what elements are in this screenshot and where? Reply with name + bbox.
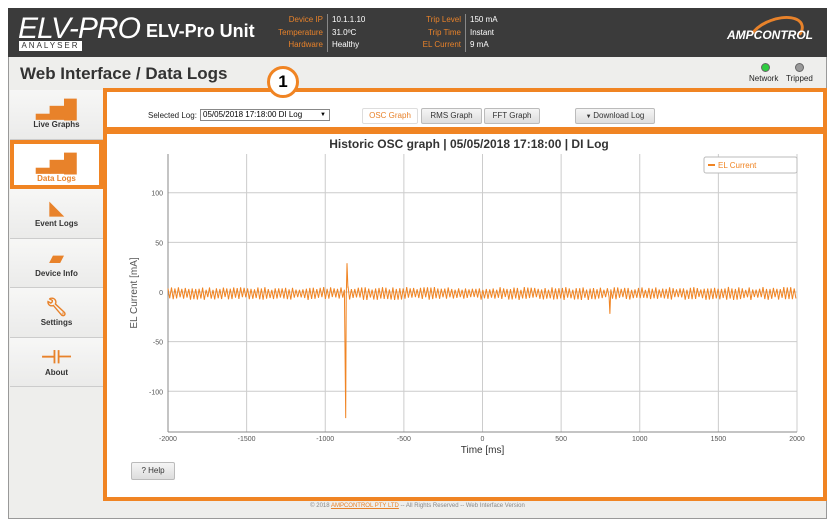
sidebar-item-label: Live Graphs	[33, 120, 80, 129]
x-tick-label: 2000	[789, 436, 805, 443]
x-tick-label: -1500	[238, 436, 256, 443]
help-button[interactable]: ? Help	[131, 462, 175, 480]
area-chart-icon: ◣	[49, 198, 64, 218]
status-left: Device IP 10.1.1.10 Temperature 31.0ºC Har…	[270, 14, 365, 52]
selected-log-select[interactable]: 05/05/2018 17:18:00 DI Log ▼	[200, 109, 330, 121]
x-tick-label: 500	[555, 436, 567, 443]
inbox-icon: ▰	[49, 247, 64, 268]
header: ELV-PRO ANALYSER ELV-Pro Unit Device IP 1…	[8, 8, 827, 59]
sidebar-item-label: Data Logs	[37, 173, 76, 183]
sidebar-item-label: About	[44, 367, 69, 377]
bar-chart-icon: ▂▅█	[36, 99, 77, 119]
osc-graph-button[interactable]: OSC Graph	[362, 108, 418, 124]
status-key: EL Current	[408, 39, 466, 52]
status-value: 10.1.1.10	[332, 15, 366, 24]
signpost-icon: ⊣⊢	[40, 346, 73, 367]
status-value: 9 mA	[470, 40, 489, 49]
x-tick-label: -1000	[316, 436, 334, 443]
wrench-icon: 🔧︎	[45, 297, 68, 317]
selected-log-value: 05/05/2018 17:18:00 DI Log	[203, 110, 303, 119]
status-key: Trip Level	[408, 14, 466, 27]
y-tick-label: -50	[153, 340, 163, 347]
sidebar-item-label: Event Logs	[34, 219, 79, 228]
x-tick-label: 1500	[711, 436, 727, 443]
selected-log-label: Selected Log:	[148, 111, 197, 120]
x-tick-label: -500	[397, 436, 411, 443]
status-key: Hardware	[270, 39, 328, 52]
y-tick-label: 0	[159, 290, 163, 297]
status-key: Temperature	[270, 26, 328, 39]
sidebar-item-live-graphs[interactable]: ▂▅█ Live Graphs	[10, 90, 103, 140]
x-tick-label: 0	[481, 436, 485, 443]
download-log-button[interactable]: ▼ Download Log	[575, 108, 655, 124]
dropdown-arrow-icon: ▼	[320, 112, 326, 118]
osc-chart: Historic OSC graph | 05/05/2018 17:18:00…	[129, 137, 805, 456]
rms-graph-button[interactable]: RMS Graph	[421, 108, 482, 124]
footer-suffix: -- All Rights Reserved -- Web Interface …	[400, 503, 525, 509]
sidebar-item-label: Device Info	[35, 268, 78, 278]
status-value: 150 mA	[470, 15, 498, 24]
sidebar-item-data-logs[interactable]: ▂▅█ Data Logs	[10, 139, 103, 189]
status-right: Trip Level 150 mA Trip Time Instant EL Cur…	[408, 14, 498, 52]
y-tick-label: 100	[151, 191, 163, 198]
network-indicator-icon	[761, 63, 770, 72]
callout-badge: 1	[267, 66, 299, 98]
status-value: 31.0ºC	[332, 27, 357, 37]
fft-graph-button[interactable]: FFT Graph	[484, 108, 540, 124]
status-key: Trip Time	[408, 26, 466, 39]
status-value: Instant	[470, 27, 495, 37]
footer-prefix: © 2018	[310, 503, 330, 509]
logo-subtitle: ANALYSER	[19, 41, 82, 51]
ampcontrol-link[interactable]: AMPCONTROL PTY LTD	[331, 503, 399, 509]
footer: © 2018 AMPCONTROL PTY LTD -- All Rights …	[8, 503, 827, 509]
sidebar-item-device-info[interactable]: ▰ Device Info	[10, 238, 103, 288]
y-tick-label: 50	[155, 240, 163, 247]
y-axis-label: EL Current [mA]	[129, 257, 140, 329]
download-label: Download Log	[593, 111, 645, 120]
tripped-indicator-icon	[795, 63, 804, 72]
sidebar-item-settings[interactable]: 🔧︎ Settings	[10, 288, 103, 338]
ampcontrol-logo: AMPCONTROL	[727, 28, 813, 42]
unit-name: ELV-Pro Unit	[146, 21, 255, 41]
x-axis-label: Time [ms]	[461, 445, 505, 456]
x-tick-label: 1000	[632, 436, 648, 443]
network-label: Network	[749, 74, 779, 83]
sidebar-item-about[interactable]: ⊣⊢ About	[10, 337, 103, 387]
bar-chart-icon: ▂▅█	[36, 152, 77, 173]
sidebar: ▂▅█ Live Graphs ▂▅█ Data Logs ◣ Event Logs …	[10, 90, 103, 387]
sidebar-item-label: Settings	[40, 318, 73, 327]
x-tick-label: -2000	[159, 436, 177, 443]
legend-label: EL Current	[718, 161, 757, 170]
sidebar-item-event-logs[interactable]: ◣ Event Logs	[10, 189, 103, 239]
series-line-el-current	[167, 263, 797, 419]
tripped-label: Tripped	[786, 74, 813, 83]
status-key: Device IP	[270, 14, 328, 27]
y-tick-label: -100	[149, 389, 163, 396]
page-title: Web Interface / Data Logs	[20, 64, 228, 83]
status-value: Healthy	[332, 40, 360, 49]
chart-title: Historic OSC graph | 05/05/2018 17:18:00…	[329, 137, 609, 151]
